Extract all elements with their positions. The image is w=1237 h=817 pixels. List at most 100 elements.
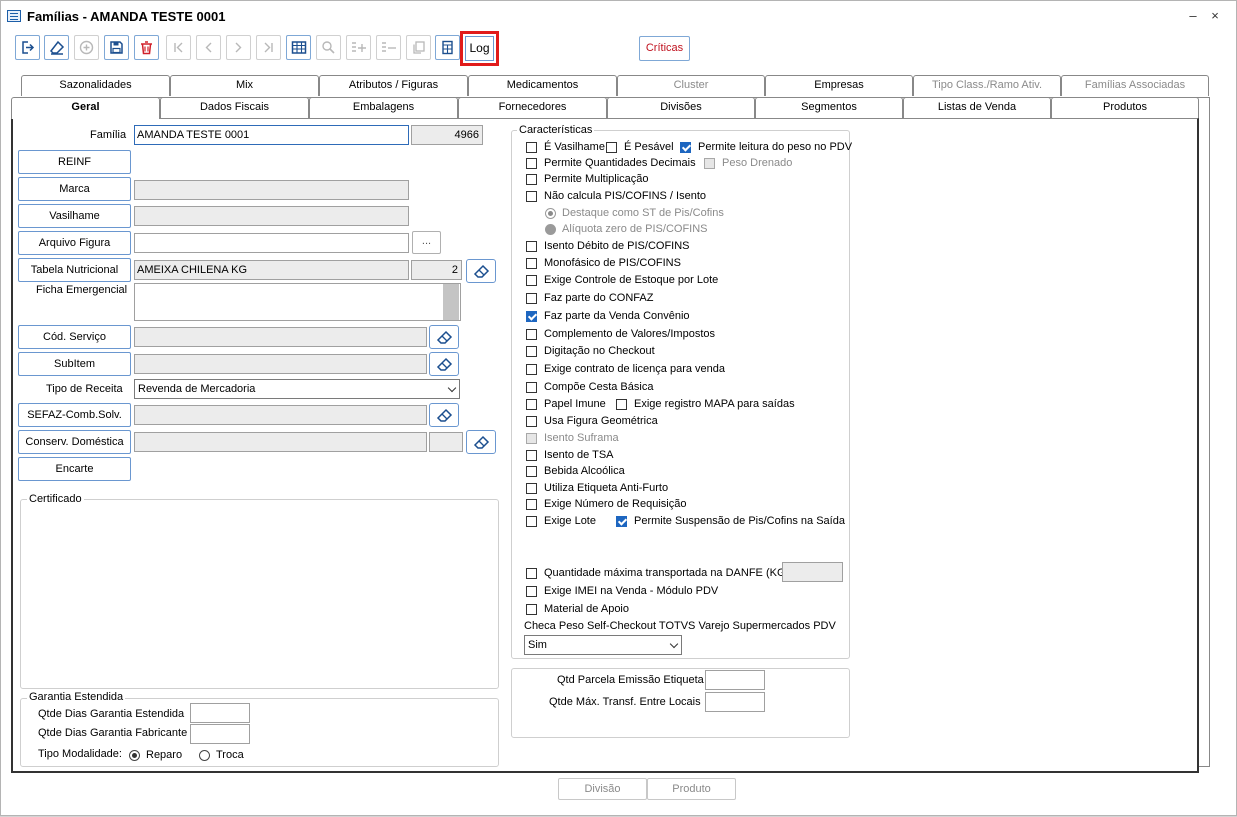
minimize-button[interactable]: – (1184, 7, 1202, 25)
tab-divisoes[interactable]: Divisões (607, 97, 755, 118)
exit-button[interactable] (15, 35, 40, 60)
copy-button[interactable] (406, 35, 431, 60)
save-button[interactable] (104, 35, 129, 60)
permite-qtd-decimais-checkbox[interactable]: Permite Quantidades Decimais (526, 156, 696, 170)
tab-empresas[interactable]: Empresas (765, 75, 913, 96)
isento-suframa-checkbox[interactable]: Isento Suframa (526, 431, 619, 445)
conserv-domestica-button[interactable]: Conserv. Doméstica (18, 430, 131, 454)
subitem-clear-button[interactable] (429, 352, 459, 376)
tab-segmentos[interactable]: Segmentos (755, 97, 903, 118)
vasilhame-button[interactable]: Vasilhame (18, 204, 131, 228)
nao-calcula-checkbox[interactable]: Não calcula PIS/COFINS / Isento (526, 189, 706, 203)
tab-sazonalidades[interactable]: Sazonalidades (21, 75, 170, 96)
checa-peso-value: Sim (528, 639, 547, 651)
skip-first-icon (174, 42, 183, 53)
isento-debito-checkbox[interactable]: Isento Débito de PIS/COFINS (526, 239, 690, 253)
sefaz-button[interactable]: SEFAZ-Comb.Solv. (18, 403, 131, 427)
familia-name-field[interactable]: AMANDA TESTE 0001 (134, 125, 409, 145)
add-row-button[interactable] (346, 35, 371, 60)
peso-drenado-checkbox[interactable]: Peso Drenado (704, 156, 792, 170)
produto-button[interactable]: Produto (647, 778, 736, 800)
tab-listas-de-venda[interactable]: Listas de Venda (903, 97, 1051, 118)
utiliza-etiqueta-checkbox[interactable]: Utiliza Etiqueta Anti-Furto (526, 481, 668, 495)
reinf-button[interactable]: REINF (18, 150, 131, 174)
previous-record-button[interactable] (196, 35, 221, 60)
criticas-button[interactable]: Críticas (639, 36, 690, 61)
cod-servico-clear-button[interactable] (429, 325, 459, 349)
subitem-button[interactable]: SubItem (18, 352, 131, 376)
permite-leitura-checkbox[interactable]: Permite leitura do peso no PDV (680, 140, 852, 154)
clear-button[interactable] (44, 35, 69, 60)
tab-produtos[interactable]: Produtos (1051, 97, 1199, 118)
aliquota-zero-radio[interactable]: Alíquota zero de PIS/COFINS (545, 222, 708, 236)
faz-parte-venda-checkbox[interactable]: Faz parte da Venda Convênio (526, 309, 690, 323)
tipo-receita-select[interactable]: Revenda de Mercadoria (134, 379, 460, 399)
tab-fornecedores[interactable]: Fornecedores (458, 97, 607, 118)
exige-controle-checkbox[interactable]: Exige Controle de Estoque por Lote (526, 273, 718, 287)
conserv-clear-button[interactable] (466, 430, 496, 454)
reparo-radio[interactable]: Reparo (129, 748, 182, 762)
permite-suspensao-checkbox[interactable]: Permite Suspensão de Pis/Cofins na Saída (616, 514, 845, 528)
bebida-checkbox[interactable]: Bebida Alcoólica (526, 464, 625, 478)
permite-multiplicacao-checkbox[interactable]: Permite Multiplicação (526, 172, 649, 186)
tab-embalagens[interactable]: Embalagens (309, 97, 458, 118)
exige-imei-checkbox[interactable]: Exige IMEI na Venda - Módulo PDV (526, 584, 718, 598)
tab-geral[interactable]: Geral (11, 97, 160, 119)
ficha-emergencial-field[interactable] (134, 283, 461, 321)
monofasico-checkbox[interactable]: Monofásico de PIS/COFINS (526, 256, 681, 270)
browse-button[interactable]: ... (412, 231, 441, 254)
tab-tipo-class[interactable]: Tipo Class./Ramo Ativ. (913, 75, 1061, 96)
digitacao-checkbox[interactable]: Digitação no Checkout (526, 344, 655, 358)
qtd-parcela-field[interactable] (705, 670, 765, 690)
log-button[interactable]: Log (465, 36, 494, 61)
checa-peso-select[interactable]: Sim (524, 635, 682, 655)
exige-contrato-checkbox[interactable]: Exige contrato de licença para venda (526, 362, 725, 376)
qtde-transf-field[interactable] (705, 692, 765, 712)
isento-tsa-checkbox[interactable]: Isento de TSA (526, 448, 614, 462)
exige-mapa-checkbox[interactable]: Exige registro MAPA para saídas (616, 397, 795, 411)
qtd-maxima-checkbox[interactable]: Quantidade máxima transportada na DANFE … (526, 566, 789, 580)
tab-medicamentos[interactable]: Medicamentos (468, 75, 617, 96)
material-apoio-label: Material de Apoio (544, 603, 629, 615)
sefaz-clear-button[interactable] (429, 403, 459, 427)
grid-button[interactable] (286, 35, 311, 60)
e-pesavel-checkbox[interactable]: É Pesável (606, 140, 674, 154)
troca-radio[interactable]: Troca (199, 748, 244, 762)
tabela-nutricional-button[interactable]: Tabela Nutricional (18, 258, 131, 282)
next-record-button[interactable] (226, 35, 251, 60)
tab-dados-fiscais[interactable]: Dados Fiscais (160, 97, 309, 118)
checkbox-icon (526, 482, 537, 494)
close-button[interactable]: × (1206, 7, 1224, 25)
arquivo-figura-button[interactable]: Arquivo Figura (18, 231, 131, 255)
delete-button[interactable] (134, 35, 159, 60)
remove-row-button[interactable] (376, 35, 401, 60)
first-record-button[interactable] (166, 35, 191, 60)
encarte-button[interactable]: Encarte (18, 457, 131, 481)
search-button[interactable] (316, 35, 341, 60)
material-apoio-checkbox[interactable]: Material de Apoio (526, 602, 629, 616)
e-vasilhame-checkbox[interactable]: É Vasilhame (526, 140, 605, 154)
add-button[interactable] (74, 35, 99, 60)
papel-imune-checkbox[interactable]: Papel Imune (526, 397, 606, 411)
divisao-button[interactable]: Divisão (558, 778, 647, 800)
tab-familias-associadas[interactable]: Famílias Associadas (1061, 75, 1209, 96)
qtde-dias-fabricante-field[interactable] (190, 724, 250, 744)
complemento-checkbox[interactable]: Complemento de Valores/Impostos (526, 327, 715, 341)
marca-button[interactable]: Marca (18, 177, 131, 201)
tab-atributos-figuras[interactable]: Atributos / Figuras (319, 75, 468, 96)
tab-mix[interactable]: Mix (170, 75, 319, 96)
ficha-scrollbar[interactable] (443, 284, 459, 320)
usa-figura-checkbox[interactable]: Usa Figura Geométrica (526, 414, 658, 428)
tabela-clear-button[interactable] (466, 259, 496, 283)
arquivo-figura-field[interactable] (134, 233, 409, 253)
calculator-button[interactable] (435, 35, 460, 60)
exige-lote-checkbox[interactable]: Exige Lote (526, 514, 596, 528)
compoe-cesta-checkbox[interactable]: Compõe Cesta Básica (526, 380, 653, 394)
exige-requisicao-checkbox[interactable]: Exige Número de Requisição (526, 497, 686, 511)
qtde-dias-garantia-field[interactable] (190, 703, 250, 723)
faz-parte-confaz-checkbox[interactable]: Faz parte do CONFAZ (526, 291, 653, 305)
tab-cluster[interactable]: Cluster (617, 75, 765, 96)
cod-servico-button[interactable]: Cód. Serviço (18, 325, 131, 349)
last-record-button[interactable] (256, 35, 281, 60)
destaque-st-radio[interactable]: Destaque como ST de Pis/Cofins (545, 206, 724, 220)
